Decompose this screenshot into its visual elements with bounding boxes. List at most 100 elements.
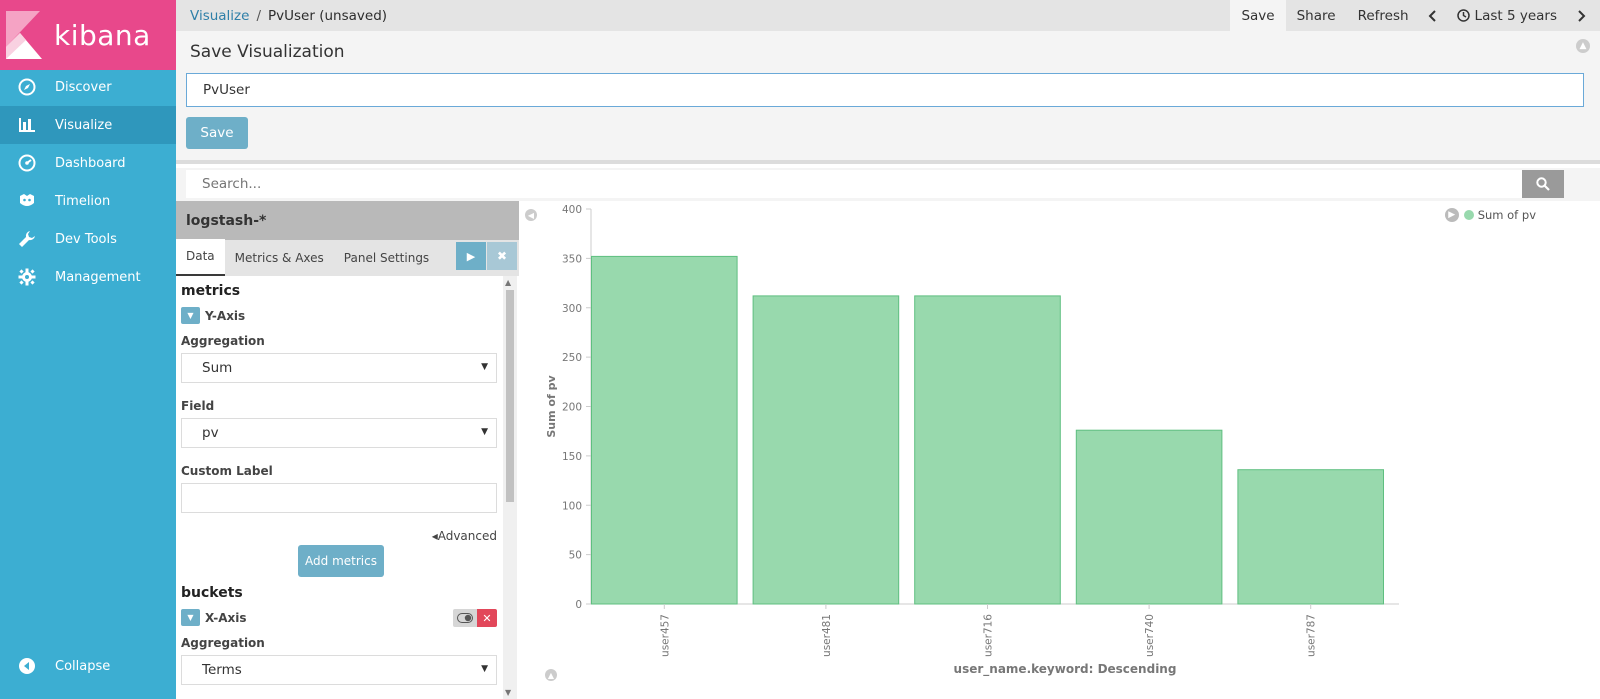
time-picker-button[interactable]: Last 5 years	[1446, 0, 1568, 31]
breadcrumb-current: PvUser (unsaved)	[268, 7, 388, 24]
breadcrumb-visualize-link[interactable]: Visualize	[190, 8, 249, 24]
aggregation-label: Aggregation	[181, 334, 265, 348]
save-visualization-panel: Save Visualization ▲ Save	[176, 31, 1600, 164]
sidebar-item-visualize[interactable]: Visualize	[0, 106, 176, 144]
time-back-button[interactable]	[1420, 0, 1446, 31]
sidebar-item-discover[interactable]: Discover	[0, 68, 176, 106]
field-select[interactable]: pv ▼	[181, 418, 497, 448]
time-forward-button[interactable]	[1568, 0, 1600, 31]
search-input[interactable]	[186, 170, 1522, 198]
bucket-aggregation-select[interactable]: Terms ▼	[181, 655, 497, 685]
top-actions: Save Share Refresh Last 5 years	[1230, 0, 1600, 31]
scroll-up-icon[interactable]: ▲	[505, 278, 511, 287]
x-tick-label: user457	[659, 614, 671, 657]
visualization-chart-area: 0 50 100 150 200 250 300 350 400 Sum of pv user457…	[519, 201, 1600, 699]
aggregation-select[interactable]: Sum ▼	[181, 353, 497, 383]
sidebar-item-label: Dev Tools	[55, 231, 117, 247]
gear-icon	[17, 267, 37, 287]
custom-label-input[interactable]	[181, 483, 497, 513]
chevron-up-icon[interactable]: ▲	[545, 669, 557, 681]
caret-down-icon[interactable]: ▼	[181, 307, 200, 324]
y-axis-title: Sum of pv	[545, 375, 558, 438]
logo-text: kibana	[54, 18, 151, 52]
custom-label-label: Custom Label	[181, 464, 273, 478]
y-tick-label: 250	[562, 352, 582, 364]
y-tick-label: 400	[562, 204, 582, 216]
chevron-left-circle-icon	[17, 656, 37, 676]
chevron-right-icon	[1578, 9, 1586, 22]
compass-icon	[17, 77, 37, 97]
kibana-logo-icon	[6, 11, 46, 59]
x-tick-label: user787	[1306, 614, 1318, 657]
search-icon	[1536, 177, 1550, 191]
editor-tabs: Data Metrics & Axes Panel Settings ▶ ✖	[176, 239, 519, 276]
x-axis-label: X-Axis	[205, 610, 247, 625]
bar-user457	[591, 255, 738, 605]
close-icon: ✖	[496, 249, 508, 263]
y-axis-header[interactable]: ▼ Y-Axis	[181, 307, 506, 324]
add-metrics-button[interactable]: Add metrics	[298, 545, 384, 577]
legend-entry-label[interactable]: Sum of pv	[1478, 208, 1536, 222]
bar-chart: 0 50 100 150 200 250 300 350 400 Sum of pv user457…	[545, 204, 1399, 677]
tab-metrics-axes[interactable]: Metrics & Axes	[225, 251, 334, 276]
y-tick-label: 150	[562, 451, 582, 463]
scroll-down-icon[interactable]: ▼	[505, 688, 511, 697]
legend-toggle-icon[interactable]: ▶	[1444, 208, 1459, 222]
apply-changes-button[interactable]: ▶	[456, 242, 486, 270]
chevron-up-icon[interactable]: ▲	[1576, 39, 1590, 53]
caret-down-icon[interactable]: ▼	[181, 609, 200, 626]
sidebar-collapse-button[interactable]: Collapse	[0, 647, 176, 685]
play-icon: ▶	[466, 249, 476, 263]
y-tick-label: 100	[562, 500, 582, 512]
timelion-icon	[17, 191, 37, 211]
visualization-title-input[interactable]	[186, 73, 1584, 107]
y-tick-label: 50	[569, 550, 582, 562]
clock-icon	[1456, 9, 1470, 22]
collapse-label: Collapse	[55, 658, 111, 674]
x-axis-header[interactable]: ▼ X-Axis ✕	[181, 609, 497, 627]
top-nav-bar: Visualize / PvUser (unsaved) Save Share …	[176, 0, 1600, 31]
discard-changes-button[interactable]: ✖	[487, 242, 517, 270]
scrollbar-thumb[interactable]	[506, 290, 514, 502]
dashboard-icon	[17, 153, 37, 173]
vis-editor-sidebar: logstash-* Data Metrics & Axes Panel Set…	[176, 201, 519, 699]
select-caret-icon: ▼	[481, 427, 488, 437]
bucket-aggregation-label: Aggregation	[181, 636, 265, 650]
y-tick-label: 0	[575, 599, 582, 611]
top-save-button[interactable]: Save	[1230, 0, 1286, 31]
aggregation-value: Sum	[202, 360, 233, 376]
top-refresh-button[interactable]: Refresh	[1347, 0, 1420, 31]
save-visualization-button[interactable]: Save	[186, 117, 248, 149]
legend-swatch	[1463, 210, 1474, 220]
tab-data[interactable]: Data	[176, 239, 225, 276]
sidebar-item-dashboard[interactable]: Dashboard	[0, 144, 176, 182]
select-caret-icon: ▼	[481, 664, 488, 674]
advanced-toggle[interactable]: ◂Advanced	[176, 529, 497, 543]
editor-scrollbar[interactable]: ▲ ▼	[503, 276, 517, 699]
collapse-editor-icon[interactable]: ◀	[525, 209, 537, 221]
breadcrumb-separator: /	[256, 7, 262, 24]
wrench-icon	[17, 229, 37, 249]
sidebar-item-label: Visualize	[55, 117, 113, 133]
breadcrumb: Visualize / PvUser (unsaved)	[176, 8, 1230, 24]
remove-bucket-button[interactable]: ✕	[477, 609, 497, 627]
top-share-button[interactable]: Share	[1286, 0, 1347, 31]
sidebar-item-dev-tools[interactable]: Dev Tools	[0, 220, 176, 258]
sidebar-item-label: Timelion	[55, 193, 111, 209]
editor-body: metrics ▼ Y-Axis Aggregation Sum ▼ Field…	[176, 276, 506, 699]
kibana-logo[interactable]: kibana	[0, 0, 176, 70]
bar-user716	[914, 295, 1061, 605]
sidebar-item-management[interactable]: Management	[0, 258, 176, 296]
bucket-controls: ✕	[453, 609, 497, 627]
x-tick-label: user740	[1144, 614, 1156, 657]
chevron-left-icon	[1428, 9, 1436, 22]
toggle-bucket-button[interactable]	[453, 609, 477, 627]
sidebar-item-label: Discover	[55, 79, 112, 95]
sidebar-item-timelion[interactable]: Timelion	[0, 182, 176, 220]
sidebar: kibana Discover Visualize Dashboard Time…	[0, 0, 176, 699]
search-button[interactable]	[1522, 170, 1564, 198]
advanced-label: Advanced	[437, 529, 497, 543]
query-bar	[176, 168, 1600, 201]
tab-panel-settings[interactable]: Panel Settings	[334, 251, 439, 276]
bar-chart-icon	[17, 115, 37, 135]
